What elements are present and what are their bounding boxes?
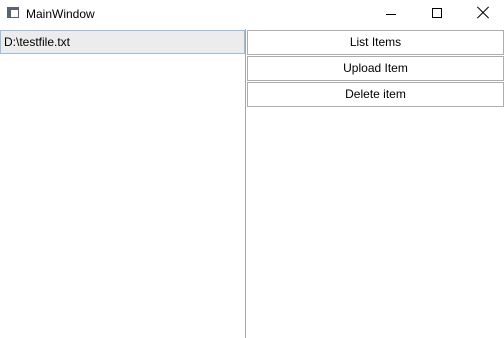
delete-item-button[interactable]: Delete item: [247, 82, 504, 107]
window-title: MainWindow: [26, 7, 95, 21]
close-icon: [477, 7, 489, 19]
title-bar[interactable]: MainWindow: [0, 0, 504, 29]
file-listbox[interactable]: D:\testfile.txt: [0, 29, 246, 338]
actions-pane: List Items Upload Item Delete item: [247, 29, 504, 338]
client-area: D:\testfile.txt List Items Upload Item D…: [0, 29, 504, 338]
list-items-button[interactable]: List Items: [247, 30, 504, 55]
maximize-button[interactable]: [414, 0, 460, 29]
minimize-icon: [386, 14, 396, 15]
upload-item-button[interactable]: Upload Item: [247, 56, 504, 81]
close-button[interactable]: [460, 0, 504, 29]
app-window-icon: [7, 7, 19, 18]
file-list-pane: D:\testfile.txt: [0, 29, 246, 338]
main-window: MainWindow D:\testfile.txt List Items Up…: [0, 0, 504, 338]
list-item[interactable]: D:\testfile.txt: [0, 30, 245, 54]
maximize-icon: [432, 8, 442, 18]
minimize-button[interactable]: [368, 0, 414, 29]
